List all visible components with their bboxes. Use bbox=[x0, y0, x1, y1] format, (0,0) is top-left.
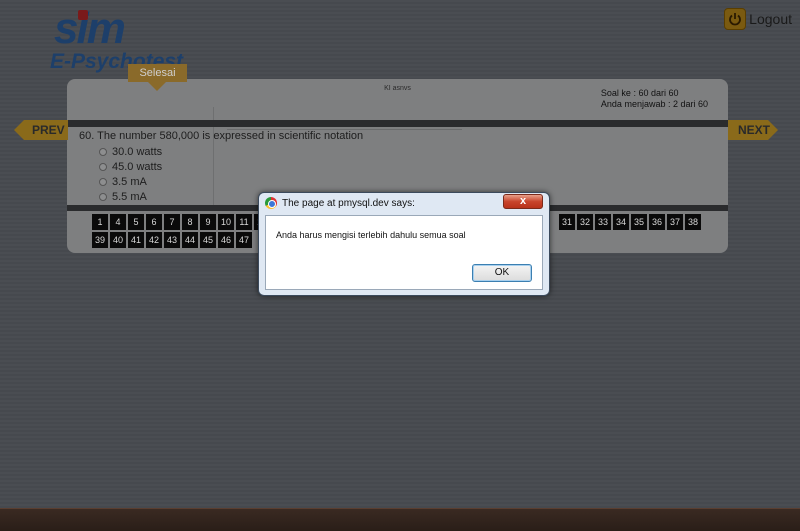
logout-label: Logout bbox=[749, 11, 792, 27]
question-number-button[interactable]: 40 bbox=[110, 232, 126, 248]
question-number-button[interactable]: 9 bbox=[200, 214, 216, 230]
dialog-message: Anda harus mengisi terlebih dahulu semua… bbox=[276, 230, 466, 240]
question-number-button[interactable]: 42 bbox=[146, 232, 162, 248]
question-number-button[interactable]: 43 bbox=[164, 232, 180, 248]
question-number-button[interactable]: 36 bbox=[649, 214, 665, 230]
dialog-body: Anda harus mengisi terlebih dahulu semua… bbox=[265, 215, 543, 290]
question-number-button[interactable]: 34 bbox=[613, 214, 629, 230]
answer-option[interactable]: 45.0 watts bbox=[99, 159, 162, 174]
option-label: 30.0 watts bbox=[112, 145, 163, 158]
radio-button[interactable] bbox=[99, 177, 107, 186]
option-label: 45.0 watts bbox=[112, 160, 163, 173]
answer-options: 30.0 watts 45.0 watts 3.5 mA 5.5 mA bbox=[99, 144, 162, 204]
radio-button[interactable] bbox=[99, 162, 107, 171]
question-number-button[interactable]: 35 bbox=[631, 214, 647, 230]
prev-button[interactable]: PREV bbox=[14, 120, 68, 140]
question-number-button[interactable]: 38 bbox=[685, 214, 701, 230]
selesai-button[interactable]: Selesai bbox=[128, 64, 187, 82]
question-number-button[interactable]: 45 bbox=[200, 232, 216, 248]
next-button[interactable]: NEXT bbox=[728, 120, 778, 140]
question-number-button[interactable]: 39 bbox=[92, 232, 108, 248]
close-button[interactable]: x bbox=[503, 194, 543, 209]
dialog-title: The page at pmysql.dev says: bbox=[282, 198, 415, 209]
answer-option[interactable]: 5.5 mA bbox=[99, 189, 162, 204]
chrome-icon bbox=[265, 197, 277, 209]
dialog-titlebar: The page at pmysql.dev says: x bbox=[259, 193, 549, 215]
radio-button[interactable] bbox=[99, 147, 107, 156]
option-label: 3.5 mA bbox=[112, 175, 147, 188]
page: sim E-Psychotest Logout KI asnvs Soal ke… bbox=[0, 0, 800, 531]
question-number-button[interactable]: 37 bbox=[667, 214, 683, 230]
question-number-button[interactable]: 47 bbox=[236, 232, 252, 248]
soal-info: Soal ke : 60 dari 60 Anda menjawab : 2 d… bbox=[601, 88, 708, 110]
option-label: 5.5 mA bbox=[112, 190, 147, 203]
question-number-button[interactable]: 6 bbox=[146, 214, 162, 230]
question-number-button[interactable]: 46 bbox=[218, 232, 234, 248]
power-icon-glyph bbox=[729, 13, 742, 26]
question-number-button[interactable]: 4 bbox=[110, 214, 126, 230]
logout-button[interactable]: Logout bbox=[724, 8, 792, 30]
question-number-button[interactable]: 7 bbox=[164, 214, 180, 230]
question-number-button[interactable]: 32 bbox=[577, 214, 593, 230]
question-number-button[interactable]: 44 bbox=[182, 232, 198, 248]
answer-option[interactable]: 3.5 mA bbox=[99, 174, 162, 189]
question-number-button[interactable]: 5 bbox=[128, 214, 144, 230]
alert-dialog: The page at pmysql.dev says: x Anda haru… bbox=[258, 192, 550, 296]
question-number-button[interactable]: 8 bbox=[182, 214, 198, 230]
selesai-pointer bbox=[148, 82, 166, 91]
number-row-right: 31 32 33 34 35 36 37 38 bbox=[559, 214, 701, 230]
question-number-button[interactable]: 41 bbox=[128, 232, 144, 248]
card-header: KI asnvs Soal ke : 60 dari 60 Anda menja… bbox=[67, 79, 728, 120]
question-number-button[interactable]: 10 bbox=[218, 214, 234, 230]
question-number-button[interactable]: 11 bbox=[236, 214, 252, 230]
footer-bar bbox=[0, 508, 800, 531]
question-number-button[interactable]: 1 bbox=[92, 214, 108, 230]
power-icon bbox=[724, 8, 747, 30]
logo-main: sim bbox=[54, 4, 126, 53]
answer-option[interactable]: 30.0 watts bbox=[99, 144, 162, 159]
soal-ke: Soal ke : 60 dari 60 bbox=[600, 88, 679, 98]
anda-menjawab: Anda menjawab : 2 dari 60 bbox=[600, 99, 708, 109]
question-text: 60. The number 580,000 is expressed in s… bbox=[79, 130, 364, 142]
question-number-button[interactable]: 31 bbox=[559, 214, 575, 230]
ok-button[interactable]: OK bbox=[472, 264, 532, 282]
question-number-button[interactable]: 33 bbox=[595, 214, 611, 230]
radio-button[interactable] bbox=[99, 192, 107, 201]
card-separator bbox=[67, 120, 728, 127]
logo-dot bbox=[78, 10, 88, 20]
